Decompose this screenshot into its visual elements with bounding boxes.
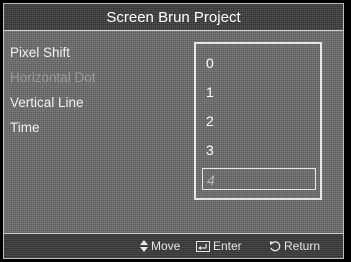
return-icon: [270, 241, 281, 252]
move-hint: Move: [140, 234, 180, 258]
enter-hint: Enter: [196, 234, 242, 258]
title-bar: Screen Brun Project: [4, 4, 343, 31]
updown-arrow-icon: [140, 240, 148, 252]
move-label: Move: [151, 239, 181, 253]
option-0[interactable]: 0: [202, 52, 316, 74]
option-4-selected[interactable]: 4: [202, 168, 316, 190]
osd-window: Screen Brun Project Pixel Shift Horizont…: [3, 3, 344, 259]
option-2[interactable]: 2: [202, 110, 316, 132]
menu-item-pixel-shift[interactable]: Pixel Shift: [10, 40, 190, 65]
value-options-list: 0 1 2 3 4: [194, 42, 322, 200]
return-label: Return: [284, 239, 321, 253]
enter-label: Enter: [213, 239, 242, 253]
menu-item-horizontal-dot: Horizontal Dot: [10, 70, 96, 85]
window-title: Screen Brun Project: [106, 8, 241, 26]
menu-item-vertical-line[interactable]: Vertical Line: [10, 90, 190, 115]
menu-item-time[interactable]: Time: [10, 115, 190, 140]
option-1[interactable]: 1: [202, 81, 316, 103]
return-hint: Return: [269, 234, 320, 258]
settings-menu: Pixel Shift Horizontal Dot Vertical Line…: [10, 40, 190, 140]
option-3[interactable]: 3: [202, 139, 316, 161]
footer-hints: Move Enter Return: [4, 233, 343, 258]
enter-icon: [196, 240, 210, 252]
